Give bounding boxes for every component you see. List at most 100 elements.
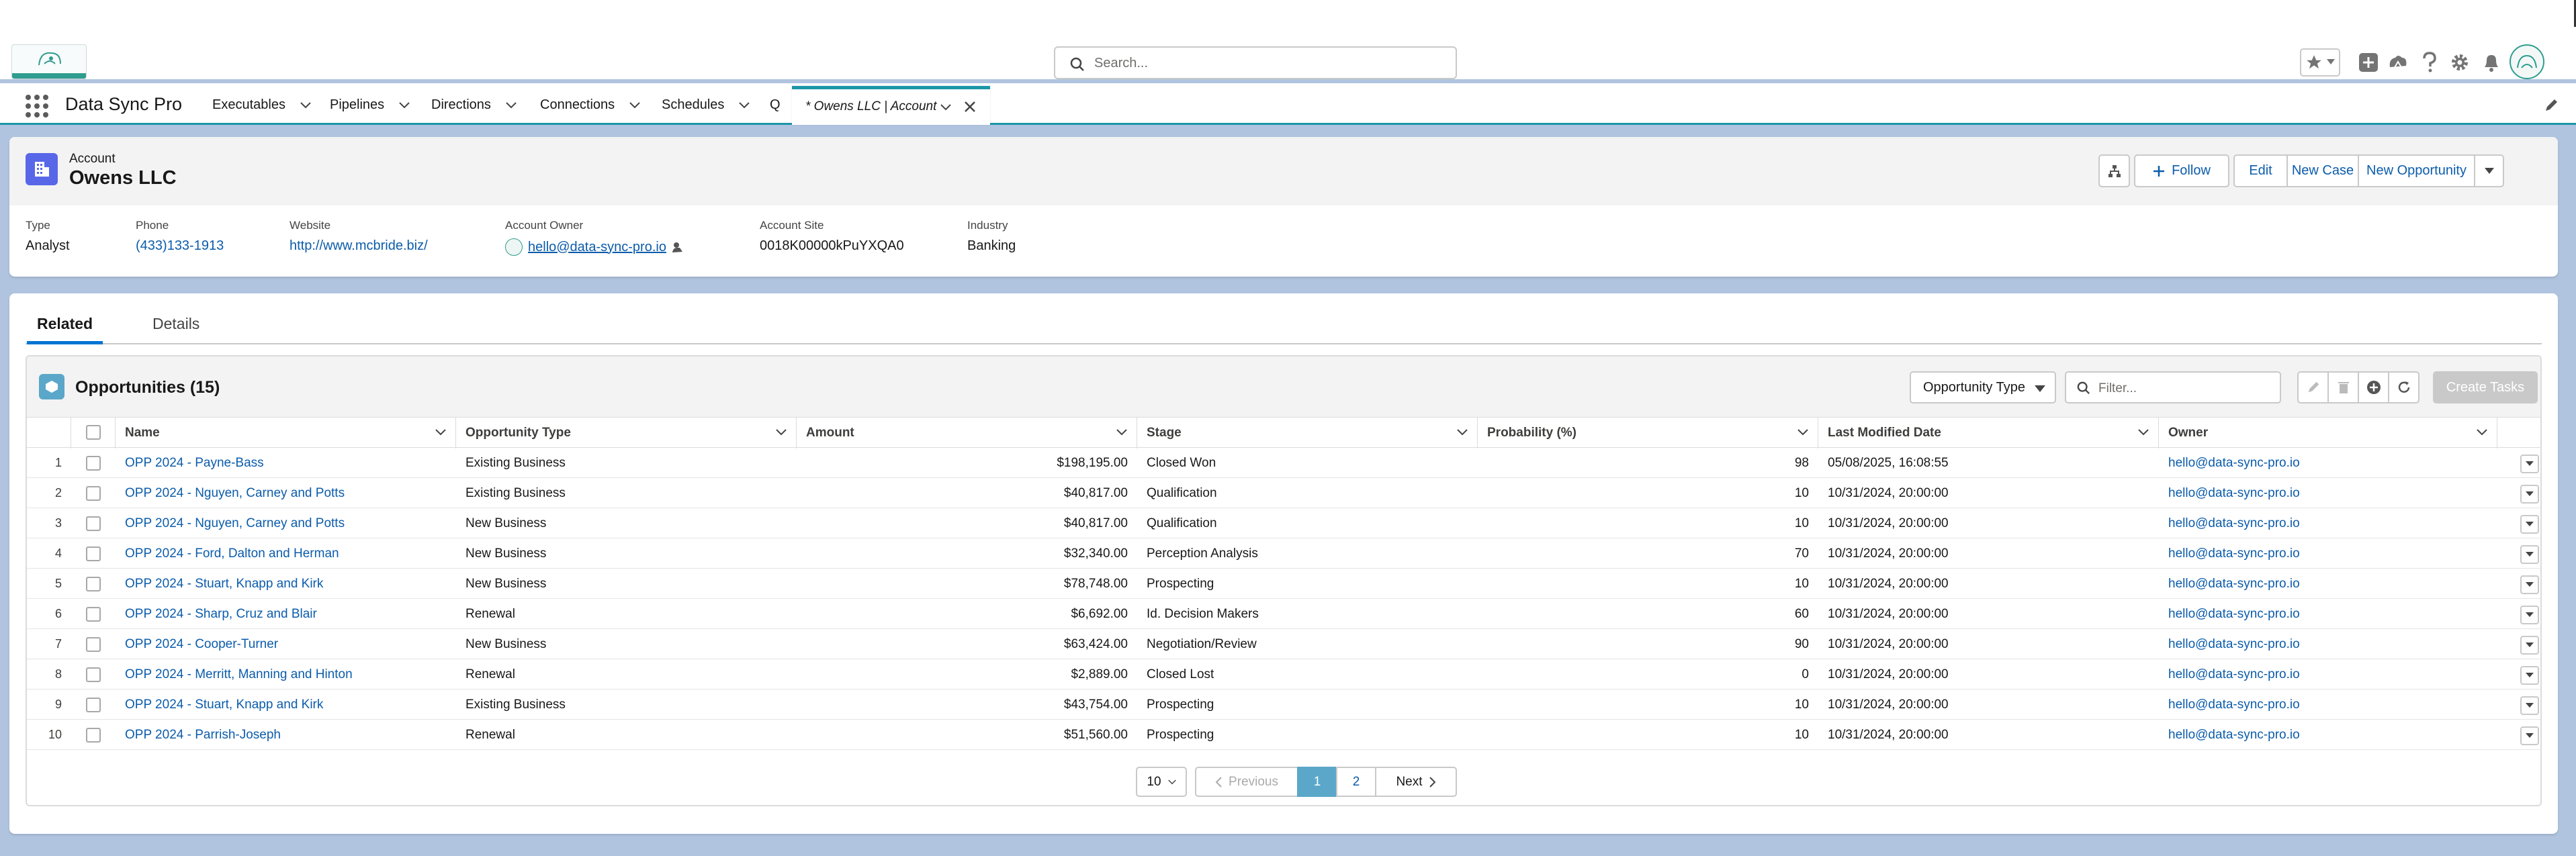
user-avatar[interactable] <box>2510 44 2544 79</box>
refresh-button[interactable] <box>2388 371 2419 403</box>
row-actions-menu[interactable] <box>2520 545 2539 564</box>
hierarchy-button[interactable] <box>2098 154 2130 187</box>
chevron-down-icon[interactable] <box>940 104 951 111</box>
next-page-button[interactable]: Next <box>1375 767 1457 797</box>
nav-item-connections[interactable]: Connections <box>540 97 640 113</box>
row-checkbox[interactable] <box>86 546 101 561</box>
phone-link[interactable]: (433)133-1913 <box>136 238 224 254</box>
chevron-down-icon[interactable] <box>399 101 410 109</box>
change-owner-icon[interactable] <box>672 241 684 253</box>
chevron-down-icon[interactable] <box>1457 429 1468 436</box>
page-size-select[interactable]: 10 <box>1136 767 1187 797</box>
opportunity-name-link[interactable]: OPP 2024 - Nguyen, Carney and Potts <box>116 508 456 538</box>
opportunity-name-link[interactable]: OPP 2024 - Stuart, Knapp and Kirk <box>116 689 456 720</box>
chevron-down-icon[interactable] <box>506 101 517 109</box>
chevron-down-icon[interactable] <box>2477 429 2487 436</box>
tab-related[interactable]: Related <box>27 314 103 344</box>
column-header-owner[interactable]: Owner <box>2159 418 2497 448</box>
row-actions-menu[interactable] <box>2520 515 2539 534</box>
notifications-bell-icon[interactable] <box>2480 48 2503 77</box>
previous-page-button[interactable]: Previous <box>1195 767 1298 797</box>
opportunity-name-link[interactable]: OPP 2024 - Nguyen, Carney and Potts <box>116 478 456 508</box>
row-checkbox[interactable] <box>86 637 101 652</box>
owner-link[interactable]: hello@data-sync-pro.io <box>2159 720 2497 750</box>
trailhead-icon[interactable] <box>2387 48 2409 77</box>
nav-item-directions[interactable]: Directions <box>431 97 517 113</box>
row-checkbox[interactable] <box>86 486 101 501</box>
row-actions-menu[interactable] <box>2520 636 2539 655</box>
row-actions-menu[interactable] <box>2520 575 2539 594</box>
chevron-down-icon[interactable] <box>739 101 750 109</box>
nav-item-executables[interactable]: Executables <box>212 97 311 113</box>
tab-details[interactable]: Details <box>142 314 210 344</box>
edit-nav-pencil-icon[interactable] <box>2544 98 2559 113</box>
opportunity-name-link[interactable]: OPP 2024 - Stuart, Knapp and Kirk <box>116 569 456 599</box>
website-link[interactable]: http://www.mcbride.biz/ <box>290 238 428 254</box>
app-launcher-icon[interactable] <box>26 95 48 117</box>
opportunity-name-link[interactable]: OPP 2024 - Payne-Bass <box>116 448 456 478</box>
chevron-down-icon[interactable] <box>2138 429 2149 436</box>
chevron-down-icon[interactable] <box>1797 429 1808 436</box>
opportunity-name-link[interactable]: OPP 2024 - Cooper-Turner <box>116 629 456 659</box>
owner-link[interactable]: hello@data-sync-pro.io <box>528 240 666 255</box>
setup-gear-icon[interactable] <box>2448 48 2471 77</box>
row-checkbox[interactable] <box>86 516 101 531</box>
chevron-down-icon[interactable] <box>435 429 446 436</box>
column-header-last-modified[interactable]: Last Modified Date <box>1818 418 2159 448</box>
favorites-button[interactable] <box>2300 48 2340 77</box>
select-all-checkbox[interactable] <box>86 425 101 440</box>
follow-button[interactable]: Follow <box>2134 154 2229 187</box>
row-checkbox[interactable] <box>86 577 101 591</box>
nav-item-q[interactable]: Q <box>770 97 781 113</box>
column-header-probability[interactable]: Probability (%) <box>1478 418 1818 448</box>
owner-link[interactable]: hello@data-sync-pro.io <box>2159 508 2497 538</box>
owner-link[interactable]: hello@data-sync-pro.io <box>2159 569 2497 599</box>
edit-rows-button[interactable] <box>2297 371 2329 403</box>
edit-button[interactable]: Edit <box>2233 154 2288 187</box>
column-header-stage[interactable]: Stage <box>1137 418 1478 448</box>
create-tasks-button[interactable]: Create Tasks <box>2433 371 2538 403</box>
tab-owens-llc-account[interactable]: * Owens LLC | Account <box>792 86 990 125</box>
new-opportunity-button[interactable]: New Opportunity <box>2358 154 2475 187</box>
column-header-amount[interactable]: Amount <box>797 418 1137 448</box>
company-logo[interactable] <box>11 44 87 79</box>
row-checkbox[interactable] <box>86 698 101 712</box>
owner-link[interactable]: hello@data-sync-pro.io <box>2159 478 2497 508</box>
chevron-down-icon[interactable] <box>300 101 311 109</box>
row-actions-menu[interactable] <box>2520 696 2539 715</box>
chevron-down-icon[interactable] <box>629 101 640 109</box>
row-checkbox[interactable] <box>86 456 101 471</box>
column-header-name[interactable]: Name <box>116 418 456 448</box>
owner-link[interactable]: hello@data-sync-pro.io <box>2159 448 2497 478</box>
column-header-opportunity-type[interactable]: Opportunity Type <box>456 418 797 448</box>
related-list-title[interactable]: Opportunities (15) <box>75 378 220 397</box>
help-icon[interactable] <box>2418 48 2441 77</box>
owner-link[interactable]: hello@data-sync-pro.io <box>2159 538 2497 569</box>
page-2-button[interactable]: 2 <box>1336 767 1376 797</box>
opportunity-name-link[interactable]: OPP 2024 - Merritt, Manning and Hinton <box>116 659 456 689</box>
row-checkbox[interactable] <box>86 607 101 622</box>
row-actions-menu[interactable] <box>2520 726 2539 745</box>
row-checkbox[interactable] <box>86 728 101 743</box>
row-checkbox[interactable] <box>86 667 101 682</box>
add-row-button[interactable] <box>2358 371 2389 403</box>
more-actions-button[interactable] <box>2474 154 2504 187</box>
opportunity-name-link[interactable]: OPP 2024 - Sharp, Cruz and Blair <box>116 599 456 629</box>
owner-link[interactable]: hello@data-sync-pro.io <box>2159 629 2497 659</box>
chevron-down-icon[interactable] <box>776 429 787 436</box>
close-tab-icon[interactable] <box>964 101 976 113</box>
global-add-icon[interactable] <box>2357 48 2380 77</box>
nav-item-pipelines[interactable]: Pipelines <box>330 97 410 113</box>
filter-input[interactable]: Filter... <box>2065 371 2281 403</box>
nav-item-schedules[interactable]: Schedules <box>662 97 750 113</box>
page-1-button[interactable]: 1 <box>1297 767 1337 797</box>
opportunity-name-link[interactable]: OPP 2024 - Parrish-Joseph <box>116 720 456 750</box>
owner-link[interactable]: hello@data-sync-pro.io <box>2159 659 2497 689</box>
row-actions-menu[interactable] <box>2520 485 2539 504</box>
owner-link[interactable]: hello@data-sync-pro.io <box>2159 599 2497 629</box>
row-actions-menu[interactable] <box>2520 666 2539 685</box>
new-case-button[interactable]: New Case <box>2286 154 2359 187</box>
opportunity-name-link[interactable]: OPP 2024 - Ford, Dalton and Herman <box>116 538 456 569</box>
delete-rows-button[interactable] <box>2327 371 2359 403</box>
chevron-down-icon[interactable] <box>1116 429 1127 436</box>
